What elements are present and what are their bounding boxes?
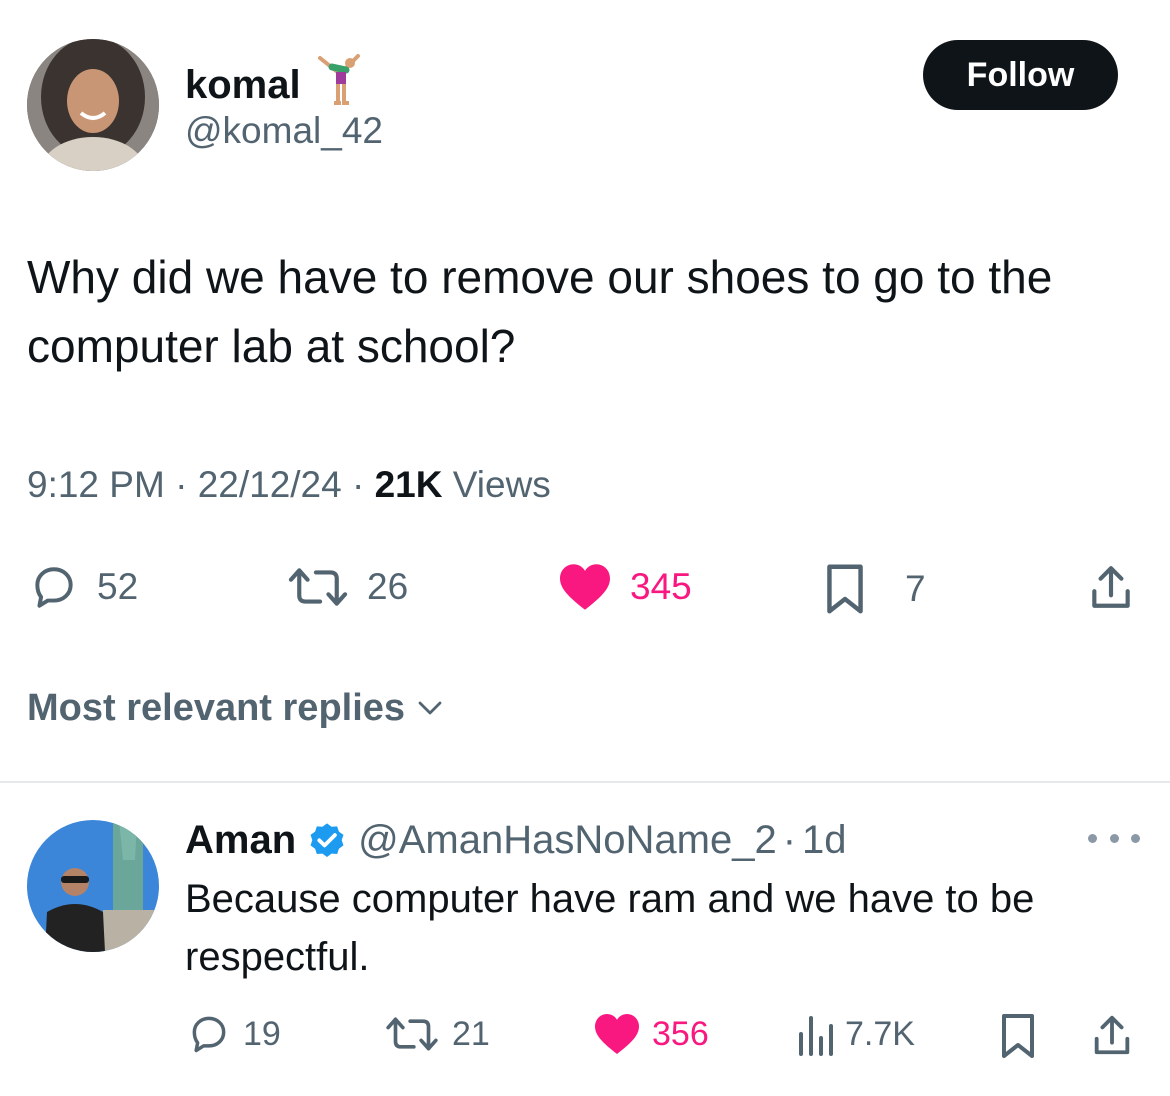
reply-separator: · [782, 818, 797, 862]
tweet-time[interactable]: 9:12 PM [27, 464, 165, 505]
heart-icon [560, 564, 610, 610]
reply-icon [35, 567, 73, 608]
author-avatar[interactable] [27, 39, 159, 171]
cartwheel-emoji-icon [314, 52, 366, 108]
bookmark-icon [827, 564, 863, 614]
divider [0, 781, 1170, 783]
tweet-meta: 9:12 PM · 22/12/24 · 21K Views [27, 462, 551, 508]
reply-button[interactable]: 52 [27, 562, 138, 612]
meta-separator: · [164, 464, 198, 505]
verified-badge-icon [310, 823, 344, 857]
tweet-date[interactable]: 22/12/24 [198, 464, 342, 505]
reply-views-button[interactable]: 7.7K [795, 1012, 915, 1056]
reply-like-count: 356 [652, 1014, 709, 1053]
reply-repost-count: 21 [452, 1014, 490, 1053]
reply-share-button[interactable] [1088, 1012, 1136, 1058]
meta-separator: · [341, 464, 375, 505]
reply-author-name[interactable]: Aman [185, 815, 296, 865]
repost-icon [386, 1017, 438, 1051]
follow-button[interactable]: Follow [923, 40, 1118, 110]
bookmark-button[interactable]: 7 [825, 562, 926, 616]
more-options-icon[interactable] [1088, 828, 1140, 848]
replies-sort-dropdown[interactable]: Most relevant replies [27, 685, 447, 731]
share-icon [1092, 566, 1130, 608]
reply-age[interactable]: 1d [802, 815, 847, 865]
views-label: Views [442, 464, 551, 505]
analytics-icon [799, 1016, 833, 1056]
reply-repost-button[interactable]: 21 [382, 1012, 490, 1056]
author-name[interactable]: komal [185, 63, 301, 107]
reply-reply-button[interactable]: 19 [185, 1012, 281, 1056]
reply-author-avatar[interactable] [27, 820, 159, 952]
reply-header: Aman @AmanHasNoName_2 · 1d [185, 815, 847, 865]
reply-icon [192, 1016, 226, 1053]
bookmark-count: 7 [905, 568, 926, 609]
author-name-row[interactable]: komal [185, 52, 366, 109]
chevron-down-icon [418, 701, 442, 715]
share-icon [1094, 1015, 1130, 1055]
share-button[interactable] [1084, 562, 1138, 612]
reply-text: Because computer have ram and we have to… [185, 877, 1035, 979]
reply-views-count: 7.7K [845, 1014, 915, 1053]
views-count: 21K [374, 464, 443, 505]
reply-bookmark-button[interactable] [1000, 1012, 1036, 1060]
heart-icon [595, 1014, 639, 1054]
replies-sort-label: Most relevant replies [27, 687, 406, 729]
repost-icon [288, 568, 348, 606]
like-button[interactable]: 345 [556, 562, 692, 612]
like-count: 345 [630, 566, 692, 607]
reply-author-handle[interactable]: @AmanHasNoName_2 [358, 815, 777, 865]
reply-reply-count: 19 [243, 1014, 281, 1053]
tweet-text: Why did we have to remove our shoes to g… [27, 251, 1053, 372]
reply-count: 52 [97, 566, 139, 607]
repost-button[interactable]: 26 [285, 562, 408, 612]
repost-count: 26 [367, 566, 409, 607]
bookmark-icon [1002, 1014, 1034, 1058]
author-handle[interactable]: @komal_42 [185, 108, 383, 154]
reply-like-button[interactable]: 356 [592, 1012, 709, 1056]
